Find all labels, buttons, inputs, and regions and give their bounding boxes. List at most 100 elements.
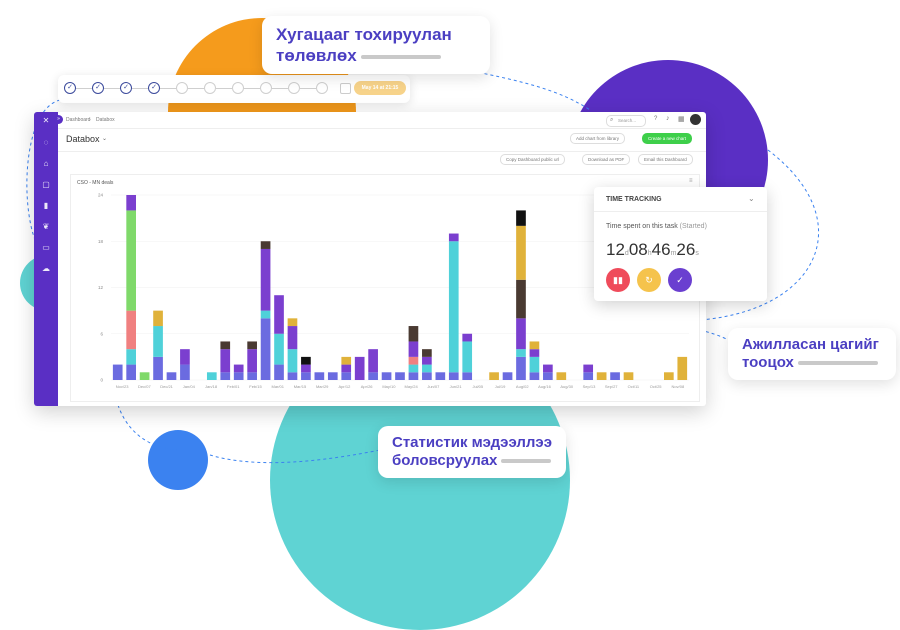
bar-segment[interactable] [139,372,150,380]
box-icon[interactable]: ▢ [41,180,51,190]
step-pending-icon[interactable] [260,82,272,94]
bar-segment[interactable] [153,326,163,357]
step-pending-icon[interactable] [176,82,188,94]
breadcrumb-dashboard[interactable]: Dashboard [66,117,90,123]
bar-segment[interactable] [529,356,540,373]
bar-segment[interactable] [448,233,459,242]
bar-segment[interactable] [180,349,190,365]
bell-icon[interactable]: ♪ [666,115,670,122]
bar-segment[interactable] [274,295,284,334]
avatar[interactable] [690,114,701,125]
bar-segment[interactable] [220,349,231,373]
bar-segment[interactable] [247,341,257,350]
bar-segment[interactable] [260,310,271,319]
bar-segment[interactable] [543,364,553,373]
grid-icon[interactable]: ▦ [678,115,685,123]
due-date-badge[interactable]: May 14 at 21:15 [354,81,406,95]
bar-segment[interactable] [516,349,526,357]
step-done-icon[interactable]: ✓ [92,82,104,94]
create-chart-button[interactable]: Create a new chart [642,133,693,144]
chevron-down-icon[interactable]: ⌄ [102,135,107,142]
bar-segment[interactable] [126,310,136,350]
bar-segment[interactable] [462,372,473,380]
bar-segment[interactable] [287,372,298,380]
bar-segment[interactable] [341,364,352,373]
step-pending-icon[interactable] [204,82,216,94]
complete-button[interactable]: ✓ [668,268,692,292]
step-pending-icon[interactable] [232,82,244,94]
bar-segment[interactable] [516,356,526,381]
bar-segment[interactable] [220,372,231,380]
stop-button[interactable]: ▮▮ [606,268,630,292]
bar-segment[interactable] [422,349,432,357]
search-input[interactable]: ⌕ Search... [606,115,646,127]
step-pending-icon[interactable] [288,82,300,94]
bar-segment[interactable] [610,372,620,380]
bar-segment[interactable] [301,372,311,380]
bar-segment[interactable] [180,364,190,380]
chat-icon[interactable]: ◌ [41,138,51,148]
bar-segment[interactable] [516,210,526,226]
bar-segment[interactable] [462,341,473,373]
bar-segment[interactable] [112,364,123,380]
close-icon[interactable]: ✕ [41,116,51,126]
bar-segment[interactable] [166,372,177,380]
leaf-icon[interactable]: ❦ [41,222,51,232]
bar-segment[interactable] [153,310,163,327]
bar-segment[interactable] [516,318,526,350]
bar-segment[interactable] [422,356,432,365]
bar-segment[interactable] [408,356,419,365]
bar-segment[interactable] [260,241,271,249]
bar-segment[interactable] [677,356,688,381]
bar-segment[interactable] [260,318,271,380]
bar-segment[interactable] [448,241,459,373]
bar-segment[interactable] [529,372,540,380]
copy-public-url-button[interactable]: Copy Dashboard public url [500,154,566,165]
step-done-icon[interactable]: ✓ [64,82,76,94]
bar-segment[interactable] [260,248,271,311]
bar-segment[interactable] [623,372,634,380]
bar-segment[interactable] [596,372,607,380]
bar-segment[interactable] [220,341,231,350]
bar-segment[interactable] [301,356,311,365]
stats-icon[interactable]: ▮ [41,201,51,211]
bar-segment[interactable] [435,372,446,380]
bar-segment[interactable] [287,349,298,373]
bar-segment[interactable] [664,372,674,380]
bar-segment[interactable] [462,333,473,342]
bar-segment[interactable] [583,372,594,380]
bar-segment[interactable] [341,372,352,380]
bar-segment[interactable] [502,372,513,380]
bar-segment[interactable] [516,279,526,319]
help-icon[interactable]: ? [654,116,657,122]
bar-segment[interactable] [206,372,217,380]
bar-segment[interactable] [153,356,163,381]
bar-segment[interactable] [126,349,136,365]
email-dashboard-button[interactable]: Email this Dashboard [638,154,693,165]
bar-segment[interactable] [126,364,136,380]
bar-segment[interactable] [301,364,311,373]
step-done-icon[interactable]: ✓ [120,82,132,94]
cloud-icon[interactable]: ☁ [41,264,51,274]
stepper-checkbox[interactable] [340,83,351,94]
bar-segment[interactable] [408,326,419,342]
bar-segment[interactable] [126,195,136,211]
bar-segment[interactable] [126,210,136,311]
bar-segment[interactable] [583,364,594,373]
bar-segment[interactable] [341,356,352,365]
bar-segment[interactable] [354,356,365,381]
bar-segment[interactable] [422,364,432,373]
bar-segment[interactable] [368,372,378,380]
breadcrumb-databox[interactable]: Databox [96,117,115,123]
pause-button[interactable]: ↻ [637,268,661,292]
add-chart-button[interactable]: Add chart from library [570,133,626,144]
bar-segment[interactable] [233,364,244,373]
download-pdf-button[interactable]: Download as PDF [582,154,631,165]
bar-segment[interactable] [408,364,419,373]
bar-segment[interactable] [543,372,553,380]
bar-segment[interactable] [448,372,459,380]
bar-segment[interactable] [529,341,540,350]
bar-segment[interactable] [408,372,419,380]
bar-segment[interactable] [233,372,244,380]
bar-segment[interactable] [314,372,325,380]
